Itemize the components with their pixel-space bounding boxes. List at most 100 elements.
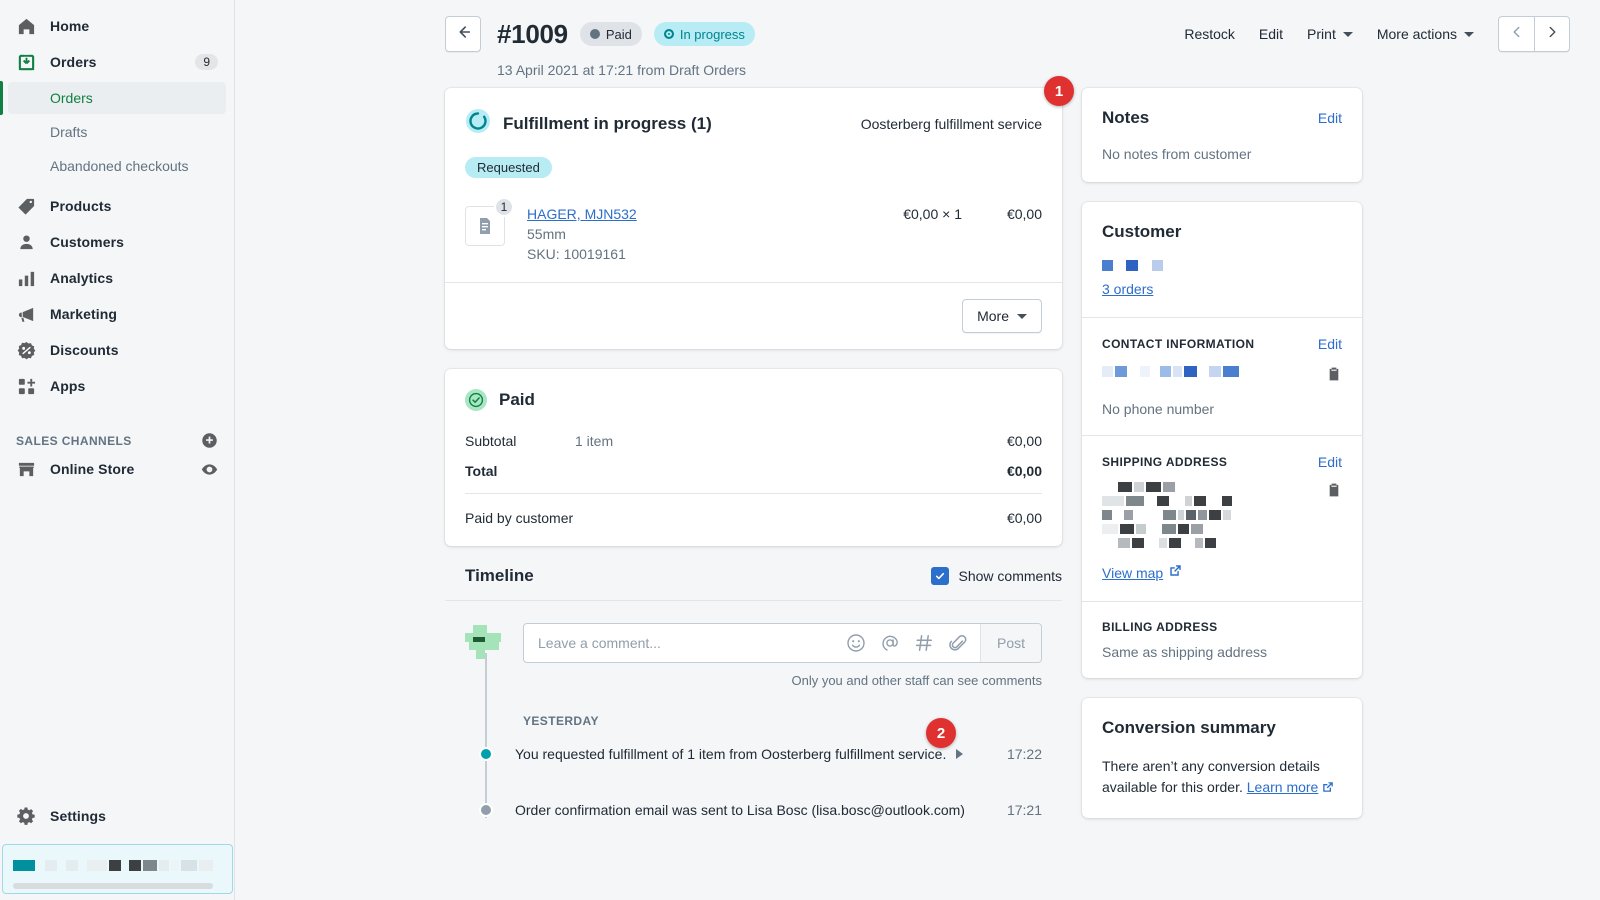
sidebar-nav: Home Orders 9 Orders Drafts Abandoned ch… xyxy=(0,0,234,485)
chevron-down-icon xyxy=(1464,31,1474,37)
restock-button[interactable]: Restock xyxy=(1172,18,1247,50)
spinner-icon xyxy=(465,108,491,139)
restock-label: Restock xyxy=(1184,26,1235,42)
store-name-redacted xyxy=(13,860,222,871)
timeline-event-time: 17:21 xyxy=(1006,802,1042,818)
sidebar-item-apps[interactable]: Apps xyxy=(8,370,226,402)
order-meta: 13 April 2021 at 17:21 from Draft Orders xyxy=(497,62,747,78)
store-switcher[interactable] xyxy=(2,844,233,894)
conversion-summary-text-group: There aren’t any conversion details avai… xyxy=(1102,756,1342,798)
sidebar-item-settings[interactable]: Settings xyxy=(8,800,226,832)
view-map-link[interactable]: View map xyxy=(1102,564,1182,582)
sidebar-item-online-store[interactable]: Online Store xyxy=(8,453,226,485)
sidebar-subitem-drafts[interactable]: Drafts xyxy=(8,116,226,148)
learn-more-link[interactable]: Learn more xyxy=(1247,779,1319,795)
timeline-event: Order confirmation email was sent to Lis… xyxy=(465,802,1042,818)
orders-count-badge: 9 xyxy=(195,54,218,70)
sidebar-item-marketing[interactable]: Marketing xyxy=(8,298,226,330)
sidebar-item-label: Orders xyxy=(50,54,97,70)
eye-icon[interactable] xyxy=(201,461,218,478)
fulfillment-service: Oosterberg fulfillment service xyxy=(860,115,1042,132)
customer-orders-link[interactable]: 3 orders xyxy=(1102,281,1342,297)
previous-order-button[interactable] xyxy=(1498,16,1534,52)
sidebar-item-label: Customers xyxy=(50,234,125,250)
subtotal-row: Subtotal 1 item €0,00 xyxy=(465,433,1042,449)
annotation-badge-2: 2 xyxy=(926,718,956,748)
timeline-title: Timeline xyxy=(465,566,534,585)
line-item-name-link[interactable]: HAGER, MJN532 xyxy=(527,206,637,222)
shipping-address-section: SHIPPING ADDRESS Edit View map xyxy=(1082,435,1362,601)
primary-column: 1 Fulfillment in progress (1) Oosterberg… xyxy=(445,76,1074,838)
sidebar-item-products[interactable]: Products xyxy=(8,190,226,222)
sidebar-item-customers[interactable]: Customers xyxy=(8,226,226,258)
timeline-dot-icon xyxy=(479,803,493,817)
payment-totals: Subtotal 1 item €0,00 Total €0,00 Paid b… xyxy=(465,433,1042,526)
customer-body: Customer 3 orders xyxy=(1082,202,1362,317)
content-columns: 1 Fulfillment in progress (1) Oosterberg… xyxy=(445,76,1600,838)
sidebar-item-orders[interactable]: Orders 9 xyxy=(8,46,226,78)
store-icon xyxy=(16,459,36,479)
sidebar-item-label: Analytics xyxy=(50,270,114,286)
hashtag-icon[interactable] xyxy=(914,633,934,653)
home-icon xyxy=(16,16,36,36)
comment-input[interactable]: Leave a comment... xyxy=(538,635,846,651)
fulfillment-title-group: Fulfillment in progress (1) xyxy=(465,108,712,139)
timeline-event-text-group: You requested fulfillment of 1 item from… xyxy=(515,746,964,762)
address-line xyxy=(1102,538,1232,548)
timeline-rail xyxy=(485,653,487,818)
notes-card: Notes Edit No notes from customer xyxy=(1082,88,1362,182)
address-line xyxy=(1102,510,1232,520)
sidebar-item-home[interactable]: Home xyxy=(8,10,226,42)
chevron-right-icon xyxy=(1545,25,1559,44)
show-comments-checkbox[interactable] xyxy=(930,567,949,585)
timeline-section: Timeline Show comments Leave a comment..… xyxy=(445,566,1062,818)
sidebar-item-label: Apps xyxy=(50,378,86,394)
attachment-icon[interactable] xyxy=(948,633,968,653)
sidebar-item-label: Products xyxy=(50,198,112,214)
plus-circle-icon[interactable] xyxy=(201,432,218,449)
comment-privacy-note: Only you and other staff can see comment… xyxy=(791,673,1042,688)
paid-by-customer-value: €0,00 xyxy=(1006,510,1042,526)
back-button[interactable] xyxy=(445,16,481,52)
shipping-address-header: SHIPPING ADDRESS Edit xyxy=(1102,454,1342,470)
comment-input-wrapper[interactable]: Leave a comment... Post xyxy=(523,623,1042,663)
more-button[interactable]: More xyxy=(962,299,1042,333)
clipboard-icon[interactable] xyxy=(1326,482,1342,503)
address-line xyxy=(1102,482,1232,492)
show-comments-toggle[interactable]: Show comments xyxy=(930,567,1062,585)
page-title: #1009 xyxy=(497,18,568,49)
print-button[interactable]: Print xyxy=(1295,18,1365,50)
payment-card: Paid Subtotal 1 item €0,00 Total €0,00 P… xyxy=(445,369,1062,546)
subtotal-label: Subtotal xyxy=(465,433,517,449)
more-actions-button[interactable]: More actions xyxy=(1365,18,1486,50)
timeline-event-text: Order confirmation email was sent to Lis… xyxy=(515,802,965,818)
mention-icon[interactable] xyxy=(880,633,900,653)
shipping-address-edit-link[interactable]: Edit xyxy=(1318,454,1342,470)
paid-by-customer-label: Paid by customer xyxy=(465,510,574,526)
tag-icon xyxy=(16,196,36,216)
sidebar-subitem-abandoned-checkouts[interactable]: Abandoned checkouts xyxy=(8,150,226,182)
sidebar-subitem-label: Orders xyxy=(50,90,93,106)
total-value: €0,00 xyxy=(1006,463,1042,479)
customer-title: Customer xyxy=(1102,222,1182,241)
contact-information-edit-link[interactable]: Edit xyxy=(1318,336,1342,352)
status-badge-payment-label: Paid xyxy=(605,26,632,42)
sidebar-item-analytics[interactable]: Analytics xyxy=(8,262,226,294)
more-actions-label: More actions xyxy=(1376,26,1457,42)
clipboard-icon[interactable] xyxy=(1326,366,1342,387)
edit-button[interactable]: Edit xyxy=(1247,18,1295,50)
emoji-icon[interactable] xyxy=(846,633,866,653)
next-order-button[interactable] xyxy=(1534,16,1570,52)
post-comment-button[interactable]: Post xyxy=(979,624,1041,662)
orders-icon xyxy=(16,52,36,72)
sidebar-subitem-orders[interactable]: Orders xyxy=(0,81,226,115)
megaphone-icon xyxy=(16,304,36,324)
sidebar-item-discounts[interactable]: Discounts xyxy=(8,334,226,366)
notes-edit-link[interactable]: Edit xyxy=(1318,110,1342,126)
print-label: Print xyxy=(1307,26,1336,42)
sidebar-item-label: Settings xyxy=(50,808,107,824)
status-badge-fulfillment-label: In progress xyxy=(679,26,745,42)
gear-icon xyxy=(16,806,36,826)
expand-arrow-icon[interactable] xyxy=(956,749,964,759)
store-scrollbar[interactable] xyxy=(13,883,213,889)
